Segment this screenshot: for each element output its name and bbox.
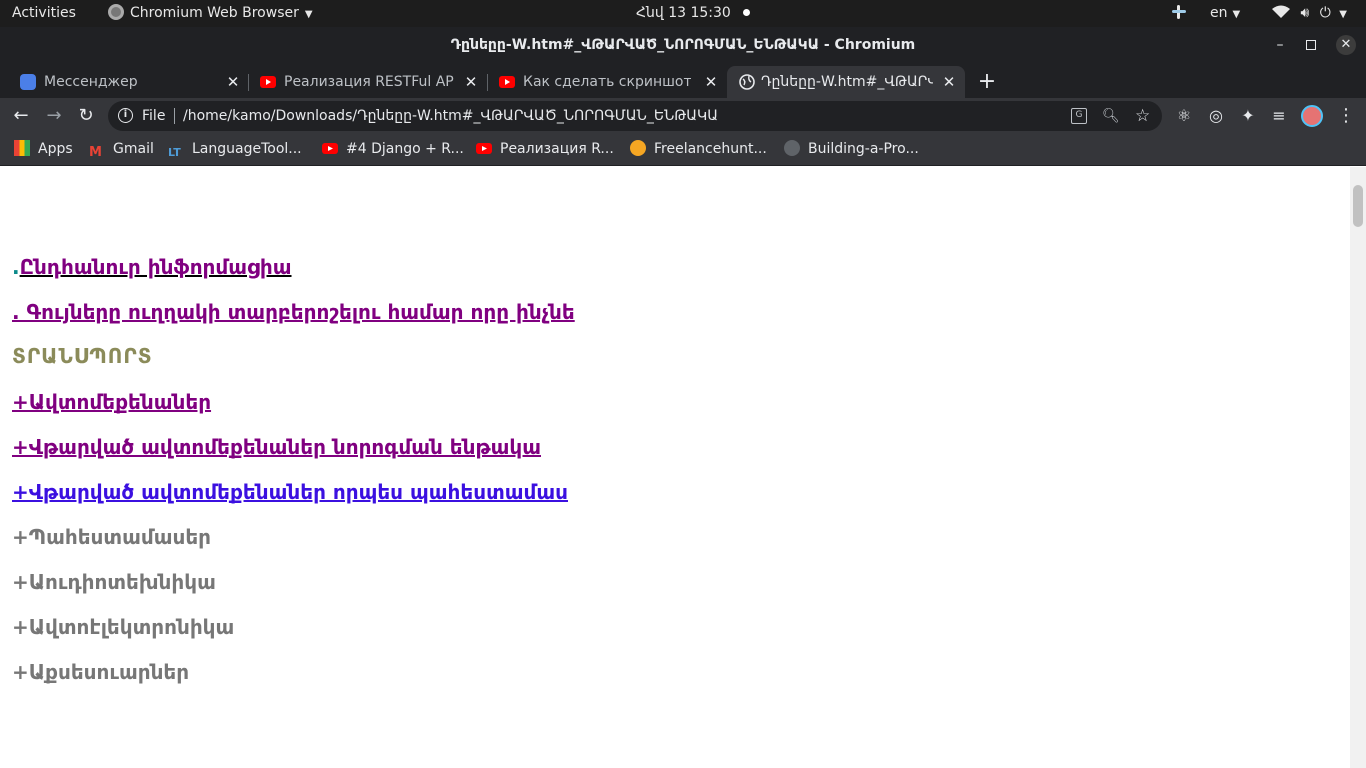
zoom-icon[interactable]: 🔍︎ bbox=[1102, 101, 1120, 131]
chevron-down-icon: ▼ bbox=[1232, 9, 1241, 20]
bookmark-label: LanguageTool... bbox=[192, 141, 302, 157]
bookmarks-bar: Apps M Gmail LT LanguageTool... #4 Django … bbox=[0, 134, 1366, 166]
system-top-bar: Activities Chromium Web Browser ▼ Հնվ 13 … bbox=[0, 0, 1366, 27]
bookmark-label: Gmail bbox=[113, 141, 154, 157]
scheme-label: File bbox=[142, 108, 166, 124]
youtube-icon bbox=[499, 74, 515, 90]
bookmark-django[interactable]: #4 Django + R... bbox=[322, 134, 464, 165]
tab-title: Как сделать скриншот в U bbox=[523, 74, 691, 90]
system-status-menu[interactable]: 🔊︎ ⏻ ▼ bbox=[1272, 0, 1347, 27]
close-tab-icon[interactable]: ✕ bbox=[225, 66, 241, 98]
apps-grid-icon bbox=[14, 140, 30, 156]
bookmark-github[interactable]: Building-a-Pro... bbox=[784, 134, 919, 165]
messenger-icon bbox=[20, 74, 36, 90]
bookmark-freelancehunt[interactable]: Freelancehunt... bbox=[630, 134, 767, 165]
chromium-icon bbox=[108, 4, 124, 20]
transport-heading: ՏՐԱՆՍՊՈՐՏ bbox=[12, 344, 153, 368]
maximize-button[interactable] bbox=[1306, 40, 1316, 50]
window-title: Դընեըը-W.htm#_ՎԹԱՐՎԱԾ_ՆՈՐՈԳՄԱՆ_ԵՆԹԱԿԱ - … bbox=[450, 37, 916, 53]
clock-button[interactable]: Հնվ 13 15:30 bbox=[636, 0, 750, 27]
languagetool-icon: LT bbox=[168, 146, 181, 159]
tab-messenger[interactable]: Мессенджер ✕ bbox=[8, 66, 249, 98]
page-content: .Ընդհանուր ինֆորմացիա . Գույները ուղղակի… bbox=[0, 167, 1350, 768]
freelancehunt-icon bbox=[630, 140, 646, 156]
general-info-link[interactable]: .Ընդհանուր ինֆորմացիա bbox=[12, 252, 292, 282]
app-menu-button[interactable]: Chromium Web Browser ▼ bbox=[108, 0, 313, 27]
extension-target-icon[interactable]: ◎ bbox=[1202, 98, 1230, 134]
keyboard-language-menu[interactable]: en ▼ bbox=[1210, 0, 1240, 27]
tab-title: Դընեըը-W.htm#_ՎԹԱՐՎ bbox=[761, 74, 933, 90]
tab-title: Реализация RESTFul API c bbox=[284, 74, 454, 90]
globe-icon bbox=[739, 74, 755, 90]
tab-screenshot-ubuntu[interactable]: Как сделать скриншот в U ✕ bbox=[487, 66, 726, 98]
bookmark-apps[interactable]: Apps bbox=[14, 134, 73, 165]
page-scrollbar[interactable] bbox=[1350, 167, 1366, 768]
url-text: /home/kamo/Downloads/Դընեըը-W.htm#_ՎԹԱՐՎ… bbox=[183, 108, 719, 124]
browser-toolbar: ← → ↻ i File /home/kamo/Downloads/Դընեըը… bbox=[0, 98, 1366, 134]
bookmark-label: Apps bbox=[38, 141, 73, 157]
damaged-cars-parts-link[interactable]: +Վթարված ավտոմեքենաներ որպես պահեստամաս bbox=[12, 477, 568, 507]
damaged-cars-repair-link[interactable]: +Վթարված ավտոմեքենաներ նորոգման ենթակա bbox=[12, 432, 541, 462]
menu-kebab-icon[interactable]: ⋮ bbox=[1332, 98, 1360, 134]
tab-title: Мессенджер bbox=[44, 74, 138, 90]
forward-button[interactable]: → bbox=[40, 98, 68, 134]
media-playlist-icon[interactable]: ≡ bbox=[1265, 98, 1293, 134]
bookmark-label: Реализация R... bbox=[500, 141, 614, 157]
colors-note-link[interactable]: . Գույները ուղղակի տարբերոշելու համար որ… bbox=[12, 297, 575, 327]
tab-local-file[interactable]: Դընեըը-W.htm#_ՎԹԱՐՎ ✕ bbox=[727, 66, 965, 98]
youtube-icon bbox=[260, 74, 276, 90]
address-bar[interactable]: i File /home/kamo/Downloads/Դընեըը-W.htm… bbox=[108, 101, 1162, 131]
bookmark-gmail[interactable]: M Gmail bbox=[89, 134, 154, 165]
minimize-button[interactable]: – bbox=[1272, 27, 1288, 63]
auto-electronics-item[interactable]: +Ավտոէլեկտրոնիկա bbox=[12, 612, 234, 642]
github-icon bbox=[784, 140, 800, 156]
power-icon: ⏻ bbox=[1319, 5, 1331, 21]
audio-equipment-item[interactable]: +Աուդիոտեխնիկա bbox=[12, 567, 216, 597]
youtube-icon bbox=[322, 137, 338, 154]
back-button[interactable]: ← bbox=[7, 98, 35, 134]
scrollbar-thumb[interactable] bbox=[1353, 185, 1363, 227]
volume-icon: 🔊︎ bbox=[1300, 5, 1310, 21]
profile-avatar[interactable] bbox=[1298, 98, 1326, 134]
new-tab-button[interactable]: + bbox=[976, 66, 998, 98]
reload-button[interactable]: ↻ bbox=[72, 98, 100, 134]
slack-tray-icon[interactable] bbox=[1172, 0, 1186, 27]
gmail-icon: M bbox=[89, 145, 102, 160]
close-tab-icon[interactable]: ✕ bbox=[463, 66, 479, 98]
activities-button[interactable]: Activities bbox=[12, 0, 76, 27]
notification-dot-icon bbox=[742, 9, 750, 16]
youtube-icon bbox=[476, 137, 492, 154]
bookmark-label: #4 Django + R... bbox=[346, 141, 464, 157]
bookmark-languagetool[interactable]: LT LanguageTool... bbox=[168, 134, 302, 165]
close-tab-icon[interactable]: ✕ bbox=[941, 66, 957, 98]
scheme-divider bbox=[174, 108, 175, 124]
link-text: Ընդհանուր ինֆորմացիա bbox=[19, 255, 292, 279]
react-devtools-icon[interactable]: ⚛ bbox=[1170, 98, 1198, 134]
bookmark-label: Building-a-Pro... bbox=[808, 141, 919, 157]
chevron-down-icon: ▼ bbox=[304, 9, 313, 20]
tab-strip: Мессенджер ✕ Реализация RESTFul API c ✕ … bbox=[0, 63, 1366, 98]
bookmark-star-icon[interactable]: ☆ bbox=[1135, 101, 1150, 131]
clock-label: Հնվ 13 15:30 bbox=[636, 5, 731, 21]
info-icon: i bbox=[118, 108, 133, 123]
cars-link[interactable]: +Ավտոմեքենաներ bbox=[12, 387, 211, 417]
close-window-button[interactable]: ✕ bbox=[1336, 35, 1356, 55]
extensions-puzzle-icon[interactable]: ✦ bbox=[1234, 98, 1262, 134]
accessories-item[interactable]: +Աքսեսուարներ bbox=[12, 657, 189, 687]
tab-restful-api[interactable]: Реализация RESTFul API c ✕ bbox=[248, 66, 488, 98]
dot-prefix: . bbox=[12, 255, 20, 279]
app-menu-label: Chromium Web Browser bbox=[130, 5, 299, 21]
translate-icon[interactable]: G bbox=[1071, 108, 1087, 124]
wifi-icon bbox=[1272, 5, 1290, 21]
spare-parts-item[interactable]: +Պահեստամասեր bbox=[12, 522, 211, 552]
window-title-bar: Դընեըը-W.htm#_ՎԹԱՐՎԱԾ_ՆՈՐՈԳՄԱՆ_ԵՆԹԱԿԱ - … bbox=[0, 27, 1366, 63]
close-tab-icon[interactable]: ✕ bbox=[703, 66, 719, 98]
bookmark-restful[interactable]: Реализация R... bbox=[476, 134, 614, 165]
language-label: en bbox=[1210, 5, 1228, 21]
bookmark-label: Freelancehunt... bbox=[654, 141, 767, 157]
chevron-down-icon: ▼ bbox=[1339, 9, 1347, 20]
